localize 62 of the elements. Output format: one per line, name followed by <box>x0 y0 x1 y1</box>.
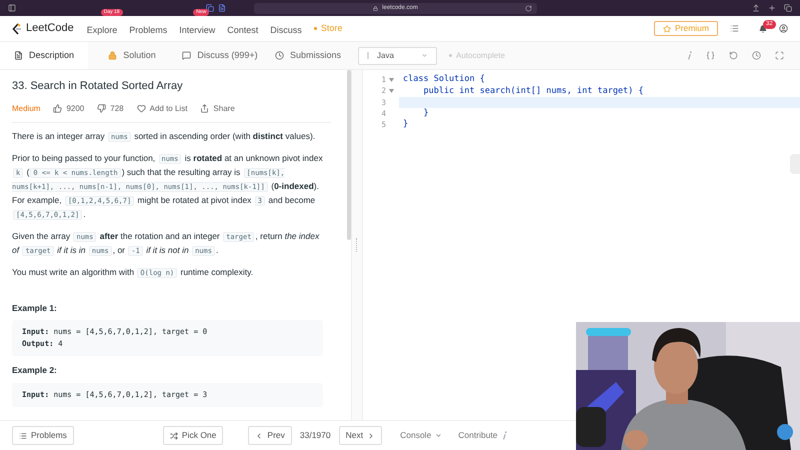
tab-icon[interactable] <box>206 4 214 12</box>
nav-link[interactable]: Problems <box>129 24 168 34</box>
share-icon[interactable] <box>752 4 760 12</box>
panel-tab[interactable]: Description <box>0 42 88 69</box>
info-icon <box>687 51 692 60</box>
nav-link[interactable]: Discuss <box>270 24 302 34</box>
code-text: } <box>422 108 430 120</box>
clock-icon[interactable] <box>752 51 761 60</box>
prev-button[interactable]: Prev <box>248 426 292 445</box>
document-icon <box>14 51 23 60</box>
code-text: public int search(int[] nums, int target) { <box>422 85 645 97</box>
share-button[interactable]: Share <box>200 102 235 114</box>
sidebar-icon[interactable] <box>8 4 16 12</box>
logo-text[interactable]: LeetCode <box>26 20 74 37</box>
example-heading: Example 1: <box>12 302 58 314</box>
contribute-button[interactable]: Contribute <box>458 429 507 442</box>
fold-icon[interactable] <box>389 88 394 93</box>
like-button[interactable]: 9200 <box>53 102 84 114</box>
lock-icon <box>373 6 378 10</box>
share-icon <box>200 104 210 113</box>
chat-icon <box>182 51 192 60</box>
reload-icon[interactable] <box>525 4 532 12</box>
code-text: class Solution { <box>402 74 486 86</box>
reset-icon[interactable] <box>729 51 738 60</box>
avatar-icon[interactable] <box>779 24 788 33</box>
bell-icon[interactable] <box>759 24 767 32</box>
difficulty-label: Medium <box>12 102 40 114</box>
add-to-list-button[interactable]: Add to List <box>136 102 188 114</box>
list-icon <box>19 432 27 440</box>
shuffle-icon <box>170 432 178 440</box>
clock-icon <box>274 51 284 60</box>
console-button[interactable]: Console <box>400 429 442 442</box>
example-heading: Example 2: <box>12 364 58 377</box>
nav-link[interactable]: Interview <box>179 24 216 34</box>
thumbs-up-icon <box>53 104 62 113</box>
problem-counter: 33/1970 <box>300 429 331 442</box>
pick-one-button[interactable]: Pick One <box>162 426 224 445</box>
info-icon <box>502 431 507 440</box>
plus-icon[interactable] <box>768 4 776 12</box>
list-icon[interactable] <box>730 24 739 33</box>
dislike-button[interactable]: 728 <box>97 102 124 114</box>
scrollbar[interactable] <box>347 70 351 240</box>
fold-icon[interactable] <box>389 78 394 82</box>
logo-icon <box>12 22 22 34</box>
caret-icon <box>421 52 428 59</box>
nav-link[interactable]: Explore <box>86 24 118 34</box>
nav-link[interactable]: Contest <box>227 24 258 34</box>
code-text: } <box>402 119 410 130</box>
star-icon <box>662 24 671 32</box>
resize-handle[interactable] <box>356 238 358 252</box>
language-dropdown[interactable]: Java <box>358 46 437 64</box>
fullscreen-icon[interactable] <box>775 51 784 60</box>
heart-icon <box>136 104 146 113</box>
caret-icon <box>435 432 442 439</box>
next-button[interactable]: Next <box>338 426 382 445</box>
braces-icon[interactable] <box>706 51 715 60</box>
document-icon[interactable] <box>218 4 226 12</box>
tabs-icon[interactable] <box>784 4 792 12</box>
lock-icon <box>108 51 118 60</box>
problems-button[interactable]: Problems <box>12 426 74 445</box>
thumbs-down-icon <box>97 104 106 113</box>
problem-title: 33. Search in Rotated Sorted Array <box>12 79 184 94</box>
